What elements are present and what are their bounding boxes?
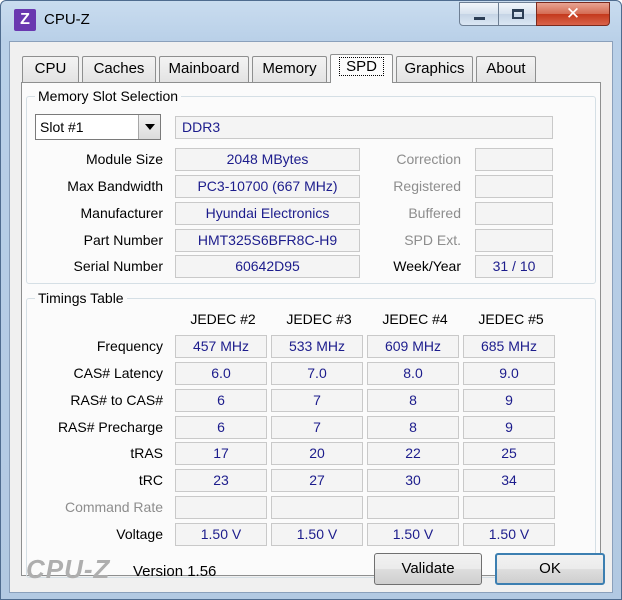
timing-cell: 1.50 V: [367, 523, 459, 546]
timing-row-label: CAS# Latency: [73, 365, 164, 381]
title-bar[interactable]: Z CPU-Z ✕: [1, 1, 621, 41]
tab-mainboard[interactable]: Mainboard: [159, 56, 249, 82]
timing-cell: 7: [271, 389, 363, 412]
timing-cell: 7.0: [271, 362, 363, 385]
timings-col-header: JEDEC #2: [190, 311, 256, 327]
timing-cell: 9: [463, 416, 555, 439]
timing-cell: 22: [367, 442, 459, 465]
tab-cpu[interactable]: CPU: [22, 56, 79, 82]
timing-cell: 30: [367, 469, 459, 492]
timing-row-label: tRAS: [130, 445, 163, 461]
registered-label: Registered: [393, 178, 461, 194]
spd-panel: Memory Slot Selection Slot #1 DDR3 Modul…: [21, 82, 601, 578]
close-button[interactable]: ✕: [536, 2, 610, 26]
timing-cell: 1.50 V: [175, 523, 267, 546]
spd-ext-label: SPD Ext.: [404, 232, 461, 248]
cpuz-window: Z CPU-Z ✕ CPU Caches Mainboard Memory SP…: [0, 0, 622, 600]
timing-cell: 1.50 V: [463, 523, 555, 546]
timing-cell: 1.50 V: [271, 523, 363, 546]
serial-number-label: Serial Number: [73, 258, 163, 274]
cpuz-app-icon[interactable]: Z: [14, 9, 36, 31]
module-size-label: Module Size: [85, 151, 163, 167]
timing-row-label: tRC: [138, 472, 163, 488]
timings-col-header: JEDEC #5: [478, 311, 544, 327]
correction-value: [475, 148, 553, 171]
slot-select[interactable]: Slot #1: [35, 114, 161, 140]
timing-row-label: Voltage: [116, 526, 163, 542]
correction-label: Correction: [396, 151, 461, 167]
timing-cell: 457 MHz: [175, 335, 267, 358]
timings-col-header: JEDEC #3: [286, 311, 352, 327]
tab-about[interactable]: About: [476, 56, 536, 82]
client-area: CPU Caches Mainboard Memory SPD Graphics…: [9, 41, 613, 593]
timing-cell: 9: [463, 389, 555, 412]
timing-cell: 8: [367, 389, 459, 412]
minimize-button[interactable]: [459, 2, 499, 26]
tab-memory[interactable]: Memory: [252, 56, 327, 82]
maximize-icon: [512, 9, 524, 19]
timing-cell: 533 MHz: [271, 335, 363, 358]
timing-cell: 20: [271, 442, 363, 465]
timing-row-label: RAS# to CAS#: [70, 392, 163, 408]
max-bandwidth-label: Max Bandwidth: [67, 178, 163, 194]
timing-cell: [175, 496, 267, 519]
timing-cell: [463, 496, 555, 519]
tab-graphics[interactable]: Graphics: [396, 56, 473, 82]
timing-cell: 8.0: [367, 362, 459, 385]
ok-button[interactable]: OK: [495, 553, 605, 585]
manufacturer-value: Hyundai Electronics: [175, 202, 360, 225]
timing-cell: 27: [271, 469, 363, 492]
close-icon: ✕: [565, 4, 581, 24]
part-number-label: Part Number: [83, 232, 163, 248]
timing-cell: 17: [175, 442, 267, 465]
slot-dropdown-button[interactable]: [138, 115, 160, 139]
timing-cell: 6.0: [175, 362, 267, 385]
timing-row-label: RAS# Precharge: [57, 419, 163, 435]
timing-cell: 6: [175, 389, 267, 412]
manufacturer-label: Manufacturer: [80, 205, 163, 221]
max-bandwidth-value: PC3-10700 (667 MHz): [175, 175, 360, 198]
module-size-value: 2048 MBytes: [175, 148, 360, 171]
timing-row-label: Command Rate: [64, 499, 163, 515]
cpuz-logo: CPU-Z: [26, 554, 111, 584]
memory-slot-group: Memory Slot Selection Slot #1 DDR3 Modul…: [26, 87, 596, 284]
tab-caches[interactable]: Caches: [82, 56, 156, 82]
registered-value: [475, 175, 553, 198]
memory-slot-group-title: Memory Slot Selection: [35, 87, 182, 105]
slot-select-value: Slot #1: [40, 119, 84, 135]
timing-cell: 23: [175, 469, 267, 492]
timing-cell: 7: [271, 416, 363, 439]
buffered-label: Buffered: [408, 205, 461, 221]
validate-button[interactable]: Validate: [374, 553, 482, 585]
timings-group: Timings Table JEDEC #2 JEDEC #3 JEDEC #4…: [26, 289, 596, 578]
timing-cell: 8: [367, 416, 459, 439]
week-year-value: 31 / 10: [475, 255, 553, 278]
timing-cell: 609 MHz: [367, 335, 459, 358]
timing-cell: 6: [175, 416, 267, 439]
serial-number-value: 60642D95: [175, 255, 360, 278]
maximize-button[interactable]: [498, 2, 537, 26]
timing-cell: [271, 496, 363, 519]
timing-cell: 685 MHz: [463, 335, 555, 358]
timing-cell: [367, 496, 459, 519]
chevron-down-icon: [145, 124, 155, 130]
timing-row-label: Frequency: [96, 338, 163, 354]
tab-spd[interactable]: SPD: [330, 54, 393, 83]
minimize-icon: [474, 17, 485, 20]
version-text: Version 1.56: [133, 563, 217, 580]
part-number-value: HMT325S6BFR8C-H9: [175, 229, 360, 252]
window-title: CPU-Z: [44, 11, 90, 28]
buffered-value: [475, 202, 553, 225]
week-year-label: Week/Year: [393, 258, 461, 274]
spd-ext-value: [475, 229, 553, 252]
timing-cell: 34: [463, 469, 555, 492]
timing-cell: 9.0: [463, 362, 555, 385]
timings-group-title: Timings Table: [35, 289, 127, 307]
timing-cell: 25: [463, 442, 555, 465]
memory-type-field: DDR3: [175, 116, 553, 139]
timings-col-header: JEDEC #4: [382, 311, 448, 327]
